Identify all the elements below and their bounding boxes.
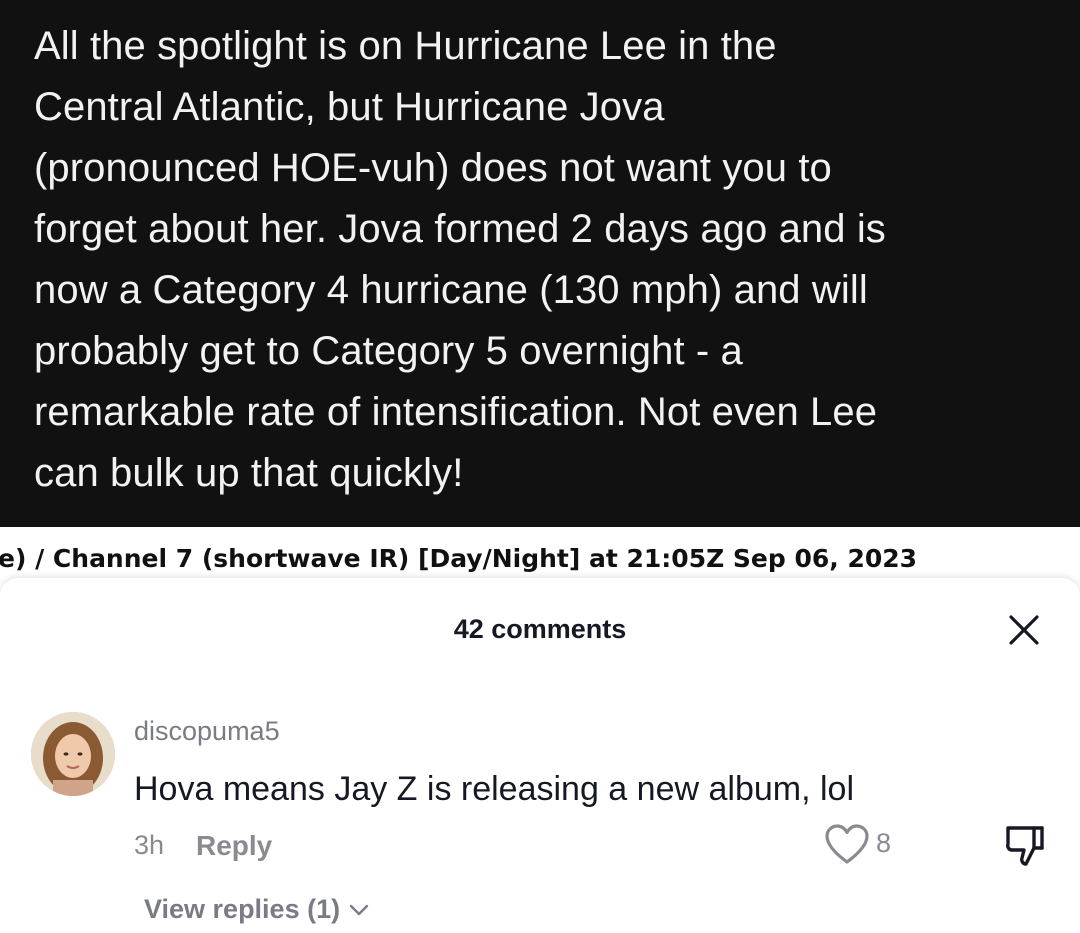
comment-timestamp: 3h — [134, 830, 165, 860]
like-count: 8 — [876, 828, 892, 858]
satellite-caption-text: e) / Channel 7 (shortwave IR) [Day/Night… — [0, 544, 918, 573]
close-icon — [1009, 615, 1039, 645]
reply-button[interactable]: Reply — [196, 830, 272, 862]
chevron-down-icon — [349, 904, 369, 915]
comment-username[interactable]: discopuma5 — [134, 716, 280, 747]
view-replies-label: View replies (1) — [144, 894, 341, 924]
comments-sheet: 42 comments discopuma5 Hova means Jay Z … — [0, 578, 1080, 933]
comment-item: discopuma5 Hova means Jay Z is releasing… — [0, 708, 1080, 933]
avatar[interactable] — [31, 712, 115, 796]
like-button[interactable] — [822, 820, 872, 870]
close-button[interactable] — [1000, 606, 1048, 654]
heart-icon — [825, 824, 869, 864]
comments-count-title: 42 comments — [453, 614, 627, 644]
view-replies-button[interactable]: View replies (1) — [144, 894, 370, 925]
video-overlay-text: All the spotlight is on Hurricane Lee in… — [34, 24, 886, 495]
comment-text: Hova means Jay Z is releasing a new albu… — [134, 770, 854, 808]
avatar-image — [31, 712, 115, 796]
thumbs-down-icon — [1006, 826, 1044, 866]
dislike-button[interactable] — [1000, 820, 1050, 870]
video-area[interactable]: All the spotlight is on Hurricane Lee in… — [0, 0, 1080, 527]
